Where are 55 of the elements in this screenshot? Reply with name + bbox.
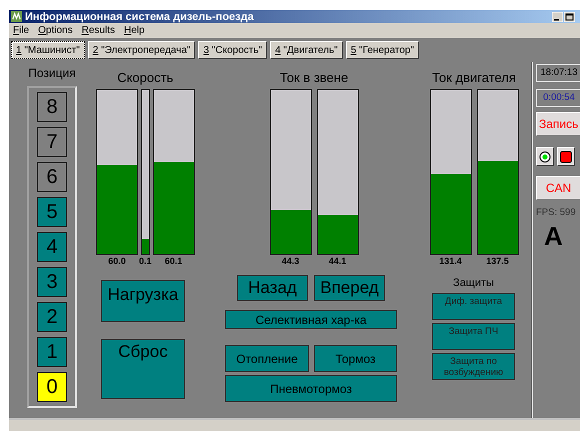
direction-button[interactable]: Вперед (314, 275, 385, 301)
position-button[interactable]: 8 (37, 92, 67, 122)
position-button[interactable]: 4 (37, 232, 67, 262)
direction-button[interactable]: Назад (237, 275, 308, 301)
bar-reading: 44.3 (282, 255, 300, 267)
menu-item[interactable]: Results (82, 25, 115, 36)
start-button[interactable] (536, 147, 554, 166)
position-button[interactable]: 7 (37, 127, 67, 157)
position-button[interactable]: 1 (37, 337, 67, 367)
app-icon (11, 11, 22, 22)
position-button[interactable]: 2 (37, 302, 67, 332)
position-button[interactable]: 3 (37, 267, 67, 297)
brake-button[interactable]: Тормоз (314, 345, 397, 372)
window-title: Информационная система дизель-поезда (25, 10, 254, 22)
menu-item[interactable]: File (13, 25, 30, 36)
heating-button[interactable]: Отопление (225, 345, 309, 372)
bar-reading: 60.1 (164, 255, 182, 267)
tab[interactable]: 5 "Генератор" (346, 41, 420, 59)
elapsed-field: 0:00:54 (536, 89, 580, 107)
reset-button[interactable]: Сброс (101, 339, 185, 399)
bar-reading: 0.1 (139, 255, 152, 267)
bar-reading: 44.1 (328, 255, 346, 267)
mode-label: A (544, 222, 563, 250)
protection-button[interactable]: Защита по возбуждению (432, 353, 515, 380)
tab[interactable]: 2 "Электропередача" (88, 41, 196, 59)
position-title: Позиция (28, 66, 76, 80)
tab[interactable]: 3 "Скорость" (198, 41, 268, 59)
minimize-icon[interactable] (552, 12, 563, 22)
record-button[interactable]: Запись (536, 112, 580, 136)
bar-reading: 131.4 (439, 255, 462, 267)
square-icon (560, 150, 572, 162)
gauge-title: Ток в звене (280, 70, 348, 86)
selective-button[interactable]: Селективная хар-ка (225, 310, 397, 329)
stop-button[interactable] (557, 147, 575, 166)
can-button[interactable]: CAN (536, 176, 580, 200)
tab[interactable]: 4 "Двигатель" (270, 41, 343, 59)
position-button[interactable]: 0 (37, 372, 67, 402)
menu-item[interactable]: Options (38, 25, 73, 36)
position-button[interactable]: 5 (37, 197, 67, 227)
fps-label: FPS: 599 (536, 207, 576, 218)
protection-button[interactable]: Диф. защита (432, 293, 515, 320)
tab[interactable]: 1 "Машинист" (11, 41, 85, 59)
protection-button[interactable]: Защита ПЧ (432, 323, 515, 350)
position-button[interactable]: 6 (37, 162, 67, 192)
bar-reading: 137.5 (486, 255, 509, 267)
menu-item[interactable]: Help (124, 25, 145, 36)
pneumatic-brake-button[interactable]: Пневмотормоз (225, 375, 397, 402)
dot-icon (539, 150, 551, 162)
gauge-title: Скорость (117, 70, 174, 86)
bar-reading: 60.0 (108, 255, 126, 267)
maximize-icon[interactable] (564, 12, 575, 22)
gauge-title: Ток двигателя (432, 70, 516, 86)
clock-field: 18:07:13 (536, 64, 580, 82)
load-button[interactable]: Нагрузка (101, 280, 185, 322)
protections-title: Защиты (452, 276, 495, 290)
